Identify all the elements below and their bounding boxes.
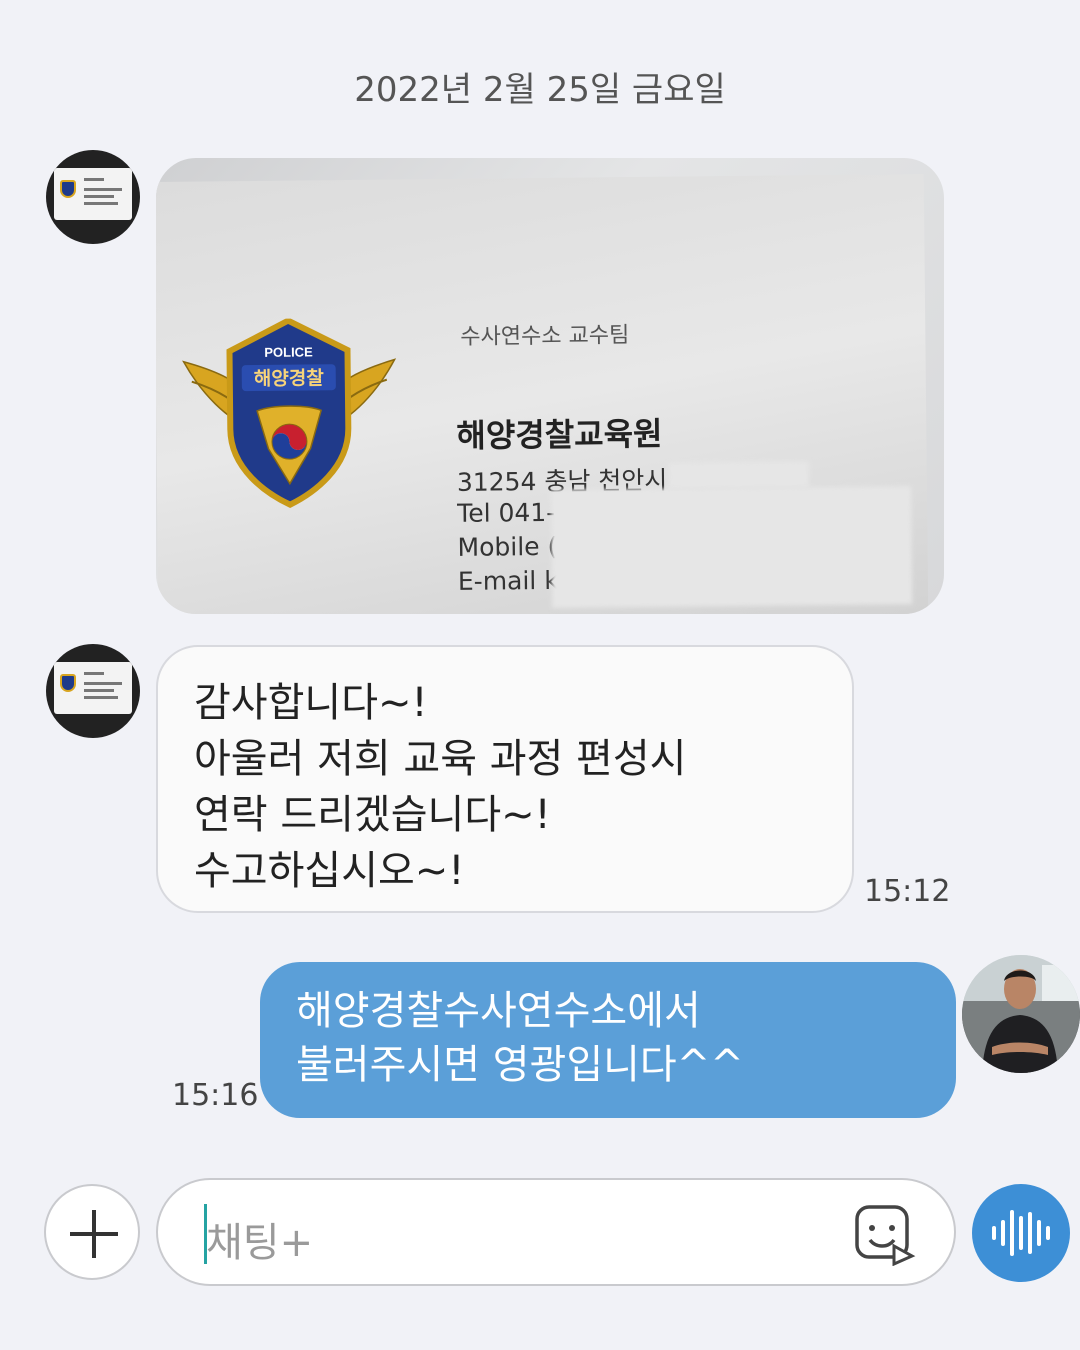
- plus-icon: [70, 1210, 118, 1258]
- card-department: 수사연수소 교수팀: [460, 323, 630, 350]
- business-card-photo: POLICE 해양경찰 수사연수소 교수팀 해양경찰교육원 31254 충남 천…: [156, 173, 929, 614]
- received-message-bubble[interactable]: 감사합니다~! 아울러 저희 교육 과정 편성시 연락 드리겠습니다~! 수고하…: [156, 645, 854, 913]
- chat-input-placeholder: 채팅+: [206, 1220, 314, 1266]
- person-photo: [962, 955, 1080, 1073]
- message-line: 수고하십시오~!: [194, 848, 465, 894]
- sender-avatar[interactable]: [46, 150, 140, 244]
- my-avatar[interactable]: [962, 955, 1080, 1073]
- voice-wave-icon: [992, 1210, 1050, 1256]
- message-line: 해양경찰수사연수소에서: [296, 988, 701, 1034]
- card-mobile: Mobile (: [457, 531, 558, 562]
- message-line: 아울러 저희 교육 과정 편성시: [194, 736, 687, 782]
- date-divider: 2022년 2월 25일 금요일: [354, 70, 726, 110]
- avatar-card-thumbnail: [54, 168, 132, 220]
- emblem-main-text: 해양경찰: [254, 367, 325, 390]
- avatar-card-thumbnail: [54, 662, 132, 714]
- message-line: 연락 드리겠습니다~!: [194, 792, 551, 838]
- message-line: 불러주시면 영광입니다^^: [296, 1042, 744, 1088]
- attach-button[interactable]: [44, 1184, 140, 1280]
- sent-message-bubble[interactable]: 해양경찰수사연수소에서 불러주시면 영광입니다^^: [260, 962, 956, 1118]
- coast-guard-emblem-icon: POLICE 해양경찰: [182, 317, 397, 508]
- emblem-top-text: POLICE: [264, 344, 313, 360]
- redacted-contact: [550, 486, 913, 608]
- avatar-emblem-icon: [60, 180, 76, 198]
- card-organization: 해양경찰교육원: [456, 414, 663, 455]
- redacted-address: [668, 461, 809, 489]
- card-email: E-mail k: [457, 565, 559, 596]
- image-message[interactable]: POLICE 해양경찰 수사연수소 교수팀 해양경찰교육원 31254 충남 천…: [156, 158, 944, 614]
- received-message-time: 15:12: [864, 874, 951, 909]
- sent-message-time: 15:16: [172, 1078, 259, 1113]
- sender-avatar[interactable]: [46, 644, 140, 738]
- voice-input-button[interactable]: [972, 1184, 1070, 1282]
- card-tel: Tel 041-: [457, 497, 556, 528]
- emoticon-icon[interactable]: [854, 1204, 916, 1266]
- message-line: 감사합니다~!: [194, 680, 428, 726]
- chat-screen: 2022년 2월 25일 금요일 POLICE 해양경찰 수사연수소 교수팀 해…: [0, 0, 1080, 1350]
- avatar-emblem-icon: [60, 674, 76, 692]
- chat-input[interactable]: 채팅+: [156, 1178, 956, 1286]
